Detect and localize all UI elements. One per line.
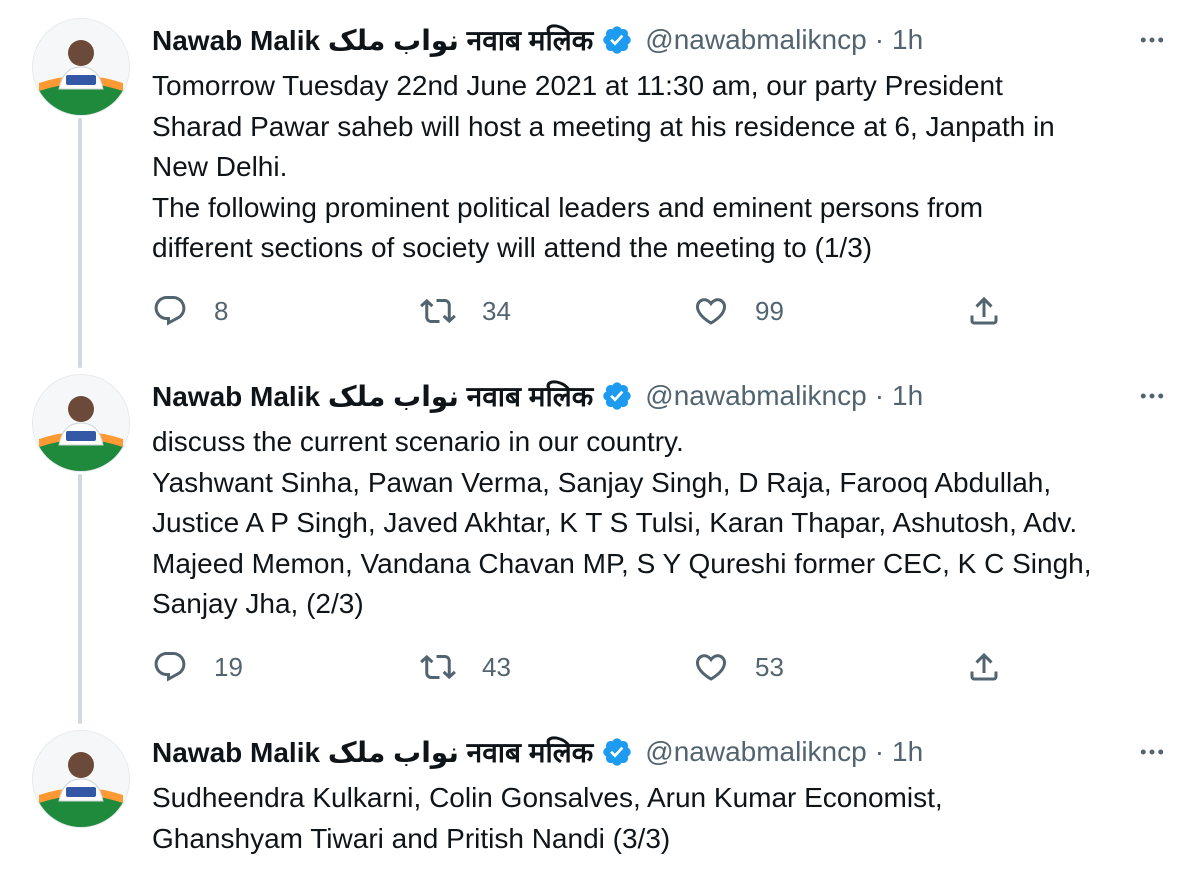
reply-button[interactable]: 19 <box>152 645 243 689</box>
more-options-button[interactable] <box>1132 380 1172 412</box>
more-icon <box>1140 37 1164 43</box>
share-icon <box>970 652 998 681</box>
tweet-header: Nawab Malik نواب ملک नवाब मलिक @nawabmal… <box>152 374 923 418</box>
thread-connector-line <box>78 474 82 724</box>
thread-connector-line <box>78 118 82 368</box>
tweet-text-line: Sudheendra Kulkarni, Colin Gonsalves, Ar… <box>152 782 943 813</box>
tweet-text: Tomorrow Tuesday 22nd June 2021 at 11:30… <box>152 66 1172 269</box>
like-count: 53 <box>755 651 784 682</box>
author-avatar[interactable] <box>32 374 130 472</box>
like-button[interactable]: 53 <box>693 645 784 689</box>
author-avatar[interactable] <box>32 730 130 828</box>
verified-badge-icon <box>601 380 633 412</box>
reply-count: 19 <box>214 651 243 682</box>
separator-dot: · <box>874 24 885 55</box>
author-handle[interactable]: @nawabmalikncp <box>645 24 866 56</box>
tweet-text-line: discuss the current scenario in our coun… <box>152 426 684 457</box>
reply-icon <box>154 296 186 326</box>
tweet-text: Sudheendra Kulkarni, Colin Gonsalves, Ar… <box>152 778 1172 859</box>
author-name[interactable]: Nawab Malik نواب ملک नवाब मलिक <box>152 21 593 59</box>
avatar-photo-icon <box>33 375 129 471</box>
like-icon <box>695 298 727 325</box>
retweet-button[interactable]: 43 <box>420 645 511 689</box>
tweet-3[interactable]: Nawab Malik نواب ملک नवाब मलिक @nawabmal… <box>0 712 1200 888</box>
author-name[interactable]: Nawab Malik نواب ملک नवाब मलिक <box>152 733 593 771</box>
author-handle[interactable]: @nawabmalikncp <box>645 380 866 412</box>
share-button[interactable] <box>966 289 1002 333</box>
more-options-button[interactable] <box>1132 736 1172 768</box>
share-icon <box>970 296 998 325</box>
tweet-text: discuss the current scenario in our coun… <box>152 422 1172 625</box>
retweet-count: 43 <box>482 651 511 682</box>
tweet-text-line: Tomorrow Tuesday 22nd June 2021 at 11:30… <box>152 70 1003 101</box>
tweet-text-line: Justice A P Singh, Javed Akhtar, K T S T… <box>152 507 1078 538</box>
tweet-text-line: Yashwant Sinha, Pawan Verma, Sanjay Sing… <box>152 466 1052 498</box>
separator-dot: · <box>874 736 885 767</box>
tweet-header: Nawab Malik نواب ملک नवाब मलिक @nawabmal… <box>152 18 923 62</box>
author-handle[interactable]: @nawabmalikncp <box>645 736 866 768</box>
tweet-text-line: Ghanshyam Tiwari and Pritish Nandi (3/3) <box>152 822 671 854</box>
tweet-1[interactable]: Nawab Malik نواب ملک नवाब मलिक @nawabmal… <box>0 0 1200 368</box>
author-name[interactable]: Nawab Malik نواب ملک नवाब मलिक <box>152 377 593 415</box>
more-icon <box>1140 749 1164 755</box>
tweet-text-line: The following prominent political leader… <box>152 191 984 223</box>
tweet-timestamp[interactable]: 1h <box>892 24 923 56</box>
tweet-header: Nawab Malik نواب ملک नवाब मलिक @nawabmal… <box>152 730 923 774</box>
retweet-icon <box>420 298 456 324</box>
tweet-text-line: Majeed Memon, Vandana Chavan MP, S Y Qur… <box>152 547 1092 579</box>
more-options-button[interactable] <box>1132 24 1172 56</box>
retweet-icon <box>420 654 456 680</box>
like-button[interactable]: 99 <box>693 289 784 333</box>
tweet-actions: 8 34 99 <box>152 289 1052 333</box>
verified-badge-icon <box>601 24 633 56</box>
like-icon <box>695 654 727 681</box>
tweet-2[interactable]: Nawab Malik نواب ملک नवाब मलिक @nawabmal… <box>0 356 1200 724</box>
retweet-count: 34 <box>482 295 511 326</box>
avatar-photo-icon <box>33 19 129 115</box>
tweet-timestamp[interactable]: 1h <box>892 736 923 768</box>
reply-button[interactable]: 8 <box>152 289 228 333</box>
reply-icon <box>154 652 186 682</box>
tweet-text-line: Sanjay Jha, (2/3) <box>152 588 364 619</box>
reply-count: 8 <box>214 295 229 326</box>
separator-dot: · <box>874 380 885 411</box>
tweet-text-line: different sections of society will atten… <box>152 232 873 263</box>
more-icon <box>1140 393 1164 399</box>
tweet-text-line: New Delhi. <box>152 151 288 182</box>
verified-badge-icon <box>601 736 633 768</box>
share-button[interactable] <box>966 645 1002 689</box>
tweet-actions: 19 43 53 <box>152 645 1052 689</box>
avatar-photo-icon <box>33 731 129 827</box>
author-avatar[interactable] <box>32 18 130 116</box>
like-count: 99 <box>755 295 784 326</box>
tweet-text-line: Sharad Pawar saheb will host a meeting a… <box>152 110 1055 142</box>
tweet-timestamp[interactable]: 1h <box>892 380 923 412</box>
retweet-button[interactable]: 34 <box>420 289 511 333</box>
